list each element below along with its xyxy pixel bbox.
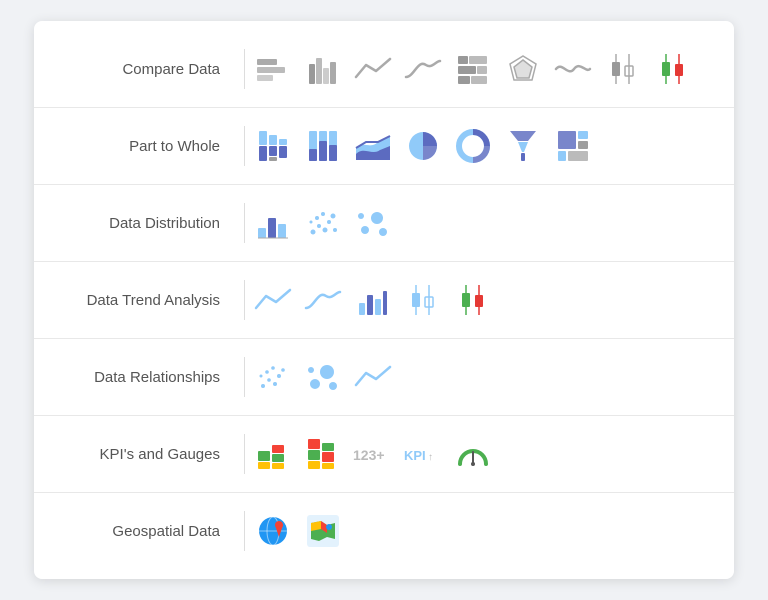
stacked-bar-blue-icon[interactable]	[255, 128, 291, 164]
row-divider	[244, 280, 245, 320]
part-to-whole-row: Part to Whole	[34, 108, 734, 185]
globe-pin-icon[interactable]	[255, 513, 291, 549]
data-relationships-label: Data Relationships	[34, 369, 244, 386]
treemap-icon[interactable]	[555, 128, 591, 164]
relationship-bubble-icon[interactable]	[305, 359, 341, 395]
trend-candlestick-gray-icon[interactable]	[405, 282, 441, 318]
kpi-number-icon[interactable]: 123+	[355, 436, 391, 472]
data-trend-label: Data Trend Analysis	[34, 292, 244, 309]
bubble-chart-icon[interactable]	[355, 205, 391, 241]
svg-text:KPI: KPI	[404, 448, 426, 463]
trend-curved-icon[interactable]	[305, 282, 341, 318]
area-chart-blue-icon[interactable]	[355, 128, 391, 164]
data-trend-icons	[255, 282, 491, 318]
relationship-scatter-icon[interactable]	[255, 359, 291, 395]
trend-bar-icon[interactable]	[355, 282, 391, 318]
stacked-bar-icon[interactable]	[255, 51, 291, 87]
kpis-gauges-row: KPI's and Gauges	[34, 416, 734, 493]
percent-stacked-icon[interactable]	[305, 128, 341, 164]
relationship-line-icon[interactable]	[355, 359, 391, 395]
part-to-whole-label: Part to Whole	[34, 138, 244, 155]
candlestick-color-icon[interactable]	[655, 51, 691, 87]
row-divider	[244, 203, 245, 243]
row-divider	[244, 434, 245, 474]
data-relationships-row: Data Relationships	[34, 339, 734, 416]
kpi-text-icon[interactable]: KPI ↑	[405, 436, 441, 472]
data-distribution-row: Data Distribution	[34, 185, 734, 262]
data-trend-row: Data Trend Analysis	[34, 262, 734, 339]
stream-chart-icon[interactable]	[555, 51, 591, 87]
radar-chart-icon[interactable]	[505, 51, 541, 87]
kpis-gauges-icons: 123+ KPI ↑	[255, 436, 491, 472]
data-relationships-icons	[255, 359, 391, 395]
kpis-gauges-label: KPI's and Gauges	[34, 446, 244, 463]
grouped-bar-icon[interactable]	[305, 51, 341, 87]
candlestick-gray-icon[interactable]	[605, 51, 641, 87]
geospatial-row: Geospatial Data	[34, 493, 734, 569]
trend-line-icon[interactable]	[255, 282, 291, 318]
data-distribution-icons	[255, 205, 391, 241]
compare-data-label: Compare Data	[34, 61, 244, 78]
histogram-icon[interactable]	[255, 205, 291, 241]
trend-candlestick-color-icon[interactable]	[455, 282, 491, 318]
compare-data-row: Compare Data	[34, 31, 734, 108]
svg-text:↑: ↑	[428, 452, 433, 463]
diverging-bar-icon[interactable]	[455, 51, 491, 87]
chart-types-card: Compare Data	[34, 21, 734, 579]
data-distribution-label: Data Distribution	[34, 215, 244, 232]
kpi-stacked-icon[interactable]	[305, 436, 341, 472]
pie-chart-icon[interactable]	[405, 128, 441, 164]
map-icon[interactable]	[305, 513, 341, 549]
gauge-icon[interactable]	[455, 436, 491, 472]
part-to-whole-icons	[255, 128, 591, 164]
geospatial-label: Geospatial Data	[34, 523, 244, 540]
donut-chart-icon[interactable]	[455, 128, 491, 164]
curved-line-icon[interactable]	[405, 51, 441, 87]
funnel-chart-icon[interactable]	[505, 128, 541, 164]
row-divider	[244, 49, 245, 89]
scatter-small-icon[interactable]	[305, 205, 341, 241]
row-divider	[244, 511, 245, 551]
row-divider	[244, 126, 245, 166]
kpi-bar-icon[interactable]	[255, 436, 291, 472]
line-chart-icon[interactable]	[355, 51, 391, 87]
geospatial-icons	[255, 513, 341, 549]
row-divider	[244, 357, 245, 397]
compare-data-icons	[255, 51, 691, 87]
svg-text:123+: 123+	[353, 447, 385, 463]
